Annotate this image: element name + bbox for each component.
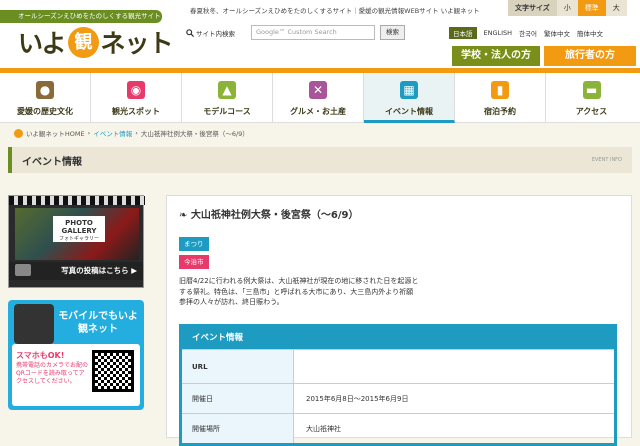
- table-row: 開催日 2015年6月8日～2015年6月9日: [182, 383, 614, 413]
- page-title-bar: イベント情報 EVENT INFO: [8, 147, 632, 173]
- row-value: 2015年6月8日～2015年6月9日: [306, 395, 409, 403]
- language-switcher: 日本語 ENGLISH 한국어 繁体中文 簡体中文: [449, 27, 603, 39]
- site-description: 春夏秋冬、オールシーズンえひめをたのしくするサイト｜愛媛の観光情報WEBサイト …: [190, 7, 480, 15]
- font-size-switcher: 文字サイズ 小 標準 大: [508, 0, 627, 16]
- camera-icon: [15, 264, 31, 276]
- nav-label: グルメ・お土産: [290, 107, 346, 116]
- gallery-subtitle: フォトギャラリー: [58, 236, 99, 242]
- nav-label: アクセス: [575, 107, 608, 116]
- row-value: [294, 350, 306, 383]
- event-title: ❧ 大山祇神社例大祭・後宮祭（～6/9）: [179, 206, 358, 221]
- lang-traditional-chinese[interactable]: 繁体中文: [544, 28, 570, 38]
- photo-gallery-banner[interactable]: PHOTO GALLERY フォトギャラリー 写真の投稿はこちら ▶: [8, 195, 145, 288]
- nav-lodging[interactable]: ▮ 宿泊予約: [455, 73, 546, 123]
- breadcrumb-separator: ›: [135, 129, 138, 137]
- row-key: 開催場所: [182, 414, 294, 443]
- nav-label: 愛媛の歴史文化: [17, 107, 73, 116]
- main-nav: ● 愛媛の歴史文化 ◉ 観光スポット ▲ モデルコース ✕ グルメ・お土産 ▦ …: [0, 68, 640, 123]
- qr-code: [92, 350, 134, 392]
- lang-english[interactable]: ENGLISH: [484, 29, 513, 37]
- lang-simplified-chinese[interactable]: 簡体中文: [577, 28, 603, 38]
- mobile-banner-title: モバイルでもいよ観ネット: [58, 311, 138, 335]
- row-key: 開催日: [182, 384, 294, 413]
- logo-kanji-badge: 観: [67, 26, 99, 58]
- traveler-button[interactable]: 旅行者の方: [544, 46, 636, 66]
- nav-label: モデルコース: [203, 107, 251, 116]
- picture-icon: ▲: [218, 81, 236, 99]
- calendar-icon: ▦: [400, 81, 418, 99]
- nav-model-course[interactable]: ▲ モデルコース: [182, 73, 273, 123]
- gallery-title: PHOTO GALLERY: [61, 219, 97, 235]
- nav-label: イベント情報: [385, 107, 433, 116]
- event-detail-panel: ❧ 大山祇神社例大祭・後宮祭（～6/9） まつり 今治市 旧暦4/22に行われる…: [166, 195, 632, 446]
- row-key: URL: [182, 350, 294, 383]
- nav-events[interactable]: ▦ イベント情報: [364, 73, 455, 123]
- smartphone-icon: [14, 304, 54, 344]
- logo-text-pre: いよ: [18, 29, 67, 58]
- area-tag[interactable]: 今治市: [179, 255, 209, 269]
- orange-icon: [14, 128, 23, 138]
- nav-history-culture[interactable]: ● 愛媛の歴史文化: [0, 73, 91, 123]
- font-size-label: 文字サイズ: [508, 0, 557, 16]
- font-size-large[interactable]: 大: [605, 0, 627, 16]
- breadcrumb-section[interactable]: イベント情報: [93, 128, 132, 138]
- page-title-en: EVENT INFO: [591, 157, 622, 163]
- breadcrumb: いよ観ネットHOME › イベント情報 › 大山祇神社例大祭・後宮祭（～6/9）: [14, 128, 249, 138]
- search-label: サイト内検索: [186, 28, 235, 38]
- car-icon: ▬: [582, 81, 601, 99]
- search-icon: [186, 29, 194, 37]
- logo-text-post: ネット: [100, 29, 174, 58]
- hotel-icon: ▮: [491, 81, 509, 99]
- camera-icon: ◉: [127, 81, 145, 99]
- mobile-banner[interactable]: モバイルでもいよ観ネット スマホもOK! 携帯電話のカメラでお配のQRコードを読…: [8, 300, 144, 410]
- search-input[interactable]: Google™ Custom Search: [251, 25, 375, 40]
- lang-korean[interactable]: 한국어: [519, 28, 537, 38]
- event-info-header: イベント情報: [182, 327, 614, 349]
- nav-access[interactable]: ▬ アクセス: [546, 73, 637, 123]
- font-size-standard[interactable]: 標準: [577, 0, 606, 16]
- header: オールシーズンえひめをたのしくする観光サイト いよ 観 ネット 春夏秋冬、オール…: [0, 0, 640, 68]
- leaf-bullet-icon: ❧: [179, 210, 191, 221]
- film-strip-top: [9, 196, 145, 205]
- row-value: 大山祇神社: [306, 425, 341, 433]
- search-label-text: サイト内検索: [196, 30, 235, 38]
- breadcrumb-home[interactable]: いよ観ネットHOME: [26, 128, 85, 138]
- lang-japanese[interactable]: 日本語: [449, 27, 477, 39]
- nav-label: 観光スポット: [112, 107, 160, 116]
- breadcrumb-separator: ›: [87, 129, 91, 137]
- smartphone-ok-text: スマホもOK!: [16, 351, 65, 360]
- table-row: URL: [182, 349, 614, 383]
- gallery-label-box: PHOTO GALLERY フォトギャラリー: [53, 216, 105, 242]
- site-logo[interactable]: いよ 観 ネット: [18, 26, 174, 58]
- font-size-small[interactable]: 小: [556, 0, 578, 16]
- fork-knife-icon: ✕: [309, 81, 327, 99]
- nav-gourmet[interactable]: ✕ グルメ・お土産: [273, 73, 364, 123]
- nav-sightseeing[interactable]: ◉ 観光スポット: [91, 73, 182, 123]
- film-reel-icon: ●: [36, 81, 54, 99]
- school-corporate-button[interactable]: 学校・法人の方: [452, 46, 540, 66]
- table-row: 開催場所 大山祇神社: [182, 413, 614, 443]
- nav-label: 宿泊予約: [484, 107, 516, 116]
- event-info-table: イベント情報 URL 開催日 2015年6月8日～2015年6月9日 開催場所 …: [179, 324, 617, 446]
- page-title: イベント情報: [22, 157, 82, 168]
- event-title-text: 大山祇神社例大祭・後宮祭（～6/9）: [190, 210, 359, 221]
- breadcrumb-current: 大山祇神社例大祭・後宮祭（～6/9）: [140, 130, 249, 138]
- tagline: オールシーズンえひめをたのしくする観光サイト: [0, 10, 162, 23]
- qr-description: 携帯電話のカメラでお配のQRコードを読み取ってアクセスしてください。: [16, 362, 89, 385]
- category-tag[interactable]: まつり: [179, 237, 209, 251]
- search-button[interactable]: 検索: [380, 25, 405, 40]
- event-description: 旧暦4/22に行われる例大祭は、大山祇神社が現在の地に移された日を起源とする祭礼…: [179, 277, 419, 306]
